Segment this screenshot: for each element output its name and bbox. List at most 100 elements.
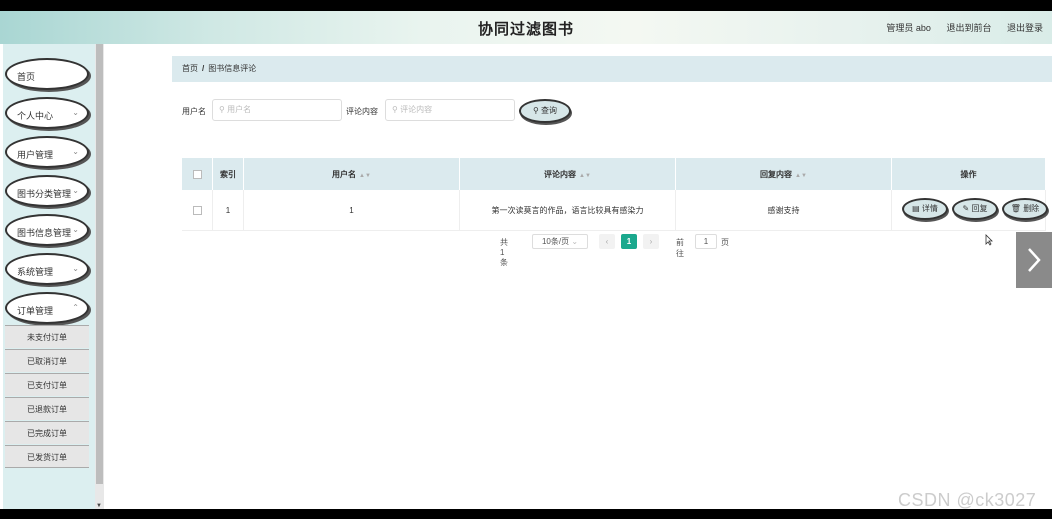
document-icon: ▤ bbox=[912, 204, 920, 213]
reply-button-label: 回复 bbox=[971, 204, 988, 213]
edit-icon: ✎ bbox=[962, 204, 970, 213]
delete-button-label: 删除 bbox=[1023, 204, 1040, 213]
app-header: 协同过滤图书 管理员 abo 退出到前台 退出登录 bbox=[0, 11, 1052, 44]
next-page-button[interactable]: › bbox=[643, 234, 659, 249]
page-body: 首页 个人中心 ⌄ 用户管理 ⌄ 图书分类管理 ⌄ 图书信息管理 ⌄ 系统管理 … bbox=[0, 44, 1052, 509]
sidebar: 首页 个人中心 ⌄ 用户管理 ⌄ 图书分类管理 ⌄ 图书信息管理 ⌄ 系统管理 … bbox=[0, 44, 105, 509]
page-number-current[interactable]: 1 bbox=[621, 234, 637, 249]
delete-button[interactable]: 🗑 删除 bbox=[1002, 198, 1048, 220]
logout-link[interactable]: 退出登录 bbox=[1007, 23, 1043, 33]
breadcrumb-home[interactable]: 首页 bbox=[182, 64, 198, 73]
col-username-label: 用户名 bbox=[332, 169, 357, 179]
sidebar-item-label: 首页 bbox=[17, 72, 36, 82]
sidebar-item-orders[interactable]: 订单管理 ⌃ bbox=[5, 292, 89, 324]
col-comment[interactable]: 评论内容 ▲▼ bbox=[459, 158, 676, 190]
chevron-down-icon: ⌄ bbox=[571, 237, 579, 246]
breadcrumb-separator: / bbox=[202, 64, 205, 73]
username-search-input[interactable]: ⚲ 用户名 bbox=[212, 99, 342, 121]
main-content: 首页 / 图书信息评论 用户名 ⚲ 用户名 评论内容 ⚲ 评论内容 ⚲ 查询 索引 … bbox=[105, 44, 1052, 509]
comments-table: 索引 用户名 ▲▼ 评论内容 ▲▼ 回复内容 ▲▼ 操作 1 1 第一次读莫言的作品，… bbox=[182, 158, 1048, 231]
select-all-checkbox[interactable] bbox=[192, 169, 202, 179]
chevron-right-icon: › bbox=[649, 237, 653, 246]
chevron-down-icon: ⌄ bbox=[72, 225, 79, 234]
bottom-black-bar bbox=[0, 509, 1052, 519]
submenu-cancelled-orders[interactable]: 已取消订单 bbox=[5, 349, 89, 372]
prev-page-button[interactable]: ‹ bbox=[599, 234, 615, 249]
submenu-paid-orders[interactable]: 已支付订单 bbox=[5, 373, 89, 396]
chevron-right-icon bbox=[1028, 248, 1041, 272]
detail-button-label: 详情 bbox=[921, 204, 938, 213]
sidebar-item-home[interactable]: 首页 bbox=[5, 58, 89, 90]
cell-username: 1 bbox=[243, 190, 460, 231]
submenu-refunded-orders[interactable]: 已退款订单 bbox=[5, 397, 89, 420]
sidebar-item-book-category[interactable]: 图书分类管理 ⌄ bbox=[5, 175, 89, 207]
sidebar-item-label: 订单管理 bbox=[17, 306, 54, 316]
sidebar-item-system[interactable]: 系统管理 ⌄ bbox=[5, 253, 89, 285]
col-index: 索引 bbox=[212, 158, 244, 190]
cell-reply: 感谢支持 bbox=[675, 190, 892, 231]
comment-search-input[interactable]: ⚲ 评论内容 bbox=[385, 99, 515, 121]
sidebar-scrollbar[interactable]: ▼ bbox=[95, 44, 104, 509]
sidebar-item-profile[interactable]: 个人中心 ⌄ bbox=[5, 97, 89, 129]
select-all-header bbox=[182, 158, 213, 190]
col-username[interactable]: 用户名 ▲▼ bbox=[243, 158, 460, 190]
next-slide-button[interactable] bbox=[1016, 232, 1052, 288]
trash-icon: 🗑 bbox=[1010, 204, 1021, 213]
sort-icon[interactable]: ▲▼ bbox=[359, 173, 371, 179]
goto-page-input[interactable]: 1 bbox=[695, 234, 717, 249]
sort-icon[interactable]: ▲▼ bbox=[579, 173, 591, 179]
back-to-front-link[interactable]: 退出到前台 bbox=[946, 23, 991, 33]
search-icon: ⚲ bbox=[532, 106, 539, 115]
watermark: CSDN @ck3027 bbox=[898, 490, 1037, 510]
col-actions: 操作 bbox=[891, 158, 1046, 190]
chevron-down-icon: ⌄ bbox=[72, 147, 79, 156]
search-icon: ⚲ bbox=[219, 105, 225, 114]
sidebar-item-label: 图书分类管理 bbox=[17, 189, 72, 199]
username-placeholder: 用户名 bbox=[227, 105, 252, 114]
goto-label: 前往 bbox=[676, 238, 684, 258]
username-label: 用户名 bbox=[182, 107, 206, 116]
admin-label: 管理员 abo bbox=[886, 23, 931, 33]
table-row: 1 1 第一次读莫言的作品，语言比较具有感染力 感谢支持 ▤ 详情 ✎ 回复 🗑… bbox=[182, 190, 1048, 231]
submenu-unpaid-orders[interactable]: 未支付订单 bbox=[5, 325, 89, 348]
sidebar-item-users[interactable]: 用户管理 ⌄ bbox=[5, 136, 89, 168]
sidebar-item-label: 个人中心 bbox=[17, 111, 54, 121]
search-icon: ⚲ bbox=[392, 105, 398, 114]
query-button[interactable]: ⚲ 查询 bbox=[519, 99, 571, 123]
chevron-left-icon: ‹ bbox=[605, 237, 609, 246]
chevron-down-icon: ⌄ bbox=[72, 264, 79, 273]
mouse-cursor-icon bbox=[985, 234, 994, 248]
page-unit-label: 页 bbox=[721, 238, 729, 247]
cell-comment: 第一次读莫言的作品，语言比较具有感染力 bbox=[459, 190, 676, 231]
top-black-bar bbox=[0, 0, 1052, 11]
table-header-row: 索引 用户名 ▲▼ 评论内容 ▲▼ 回复内容 ▲▼ 操作 bbox=[182, 158, 1046, 190]
chevron-up-icon: ⌃ bbox=[72, 303, 79, 312]
sidebar-item-book-info[interactable]: 图书信息管理 ⌄ bbox=[5, 214, 89, 246]
cell-index: 1 bbox=[212, 190, 244, 231]
sidebar-item-label: 图书信息管理 bbox=[17, 228, 72, 238]
reply-button[interactable]: ✎ 回复 bbox=[952, 198, 998, 220]
submenu-shipped-orders[interactable]: 已发货订单 bbox=[5, 445, 89, 468]
detail-button[interactable]: ▤ 详情 bbox=[902, 198, 948, 220]
col-reply-label: 回复内容 bbox=[760, 169, 793, 179]
scrollbar-thumb[interactable] bbox=[96, 44, 103, 484]
row-select-cell bbox=[182, 190, 213, 231]
col-comment-label: 评论内容 bbox=[544, 169, 577, 179]
chevron-down-icon: ⌄ bbox=[72, 108, 79, 117]
header-links: 管理员 abo 退出到前台 退出登录 bbox=[873, 21, 1043, 34]
chevron-down-icon: ⌄ bbox=[72, 186, 79, 195]
comment-placeholder: 评论内容 bbox=[400, 105, 433, 114]
page-size-select[interactable]: 10条/页 ⌄ bbox=[532, 234, 588, 249]
cell-actions: ▤ 详情 ✎ 回复 🗑 删除 bbox=[891, 190, 1048, 231]
total-count: 共 1 条 bbox=[500, 238, 508, 267]
page-size-value: 10条/页 bbox=[541, 237, 570, 246]
sort-icon[interactable]: ▲▼ bbox=[795, 173, 807, 179]
sidebar-item-label: 用户管理 bbox=[17, 150, 54, 160]
breadcrumb-current: 图书信息评论 bbox=[208, 64, 257, 73]
submenu-completed-orders[interactable]: 已完成订单 bbox=[5, 421, 89, 444]
sidebar-item-label: 系统管理 bbox=[17, 267, 54, 277]
comment-label: 评论内容 bbox=[346, 107, 378, 116]
breadcrumb: 首页 / 图书信息评论 bbox=[172, 56, 1052, 82]
col-reply[interactable]: 回复内容 ▲▼ bbox=[675, 158, 892, 190]
row-checkbox[interactable] bbox=[192, 205, 202, 215]
